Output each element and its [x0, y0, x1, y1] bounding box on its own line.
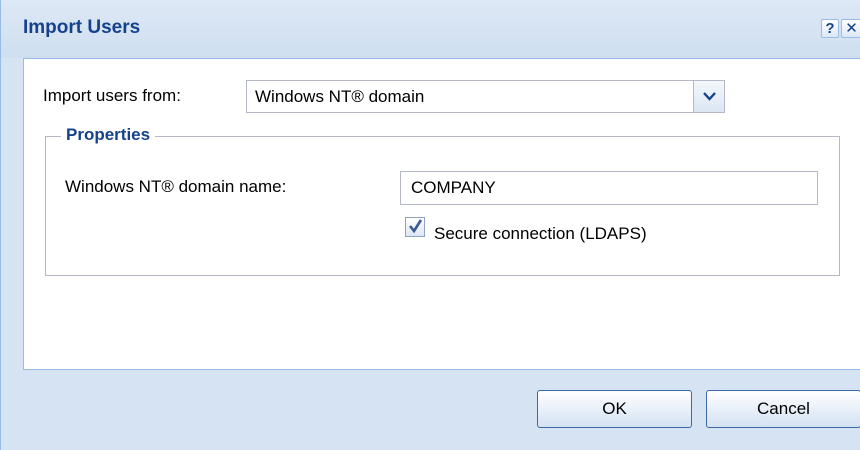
close-button[interactable]: ✕ [841, 19, 860, 38]
secure-connection-checkbox[interactable] [405, 217, 425, 237]
domain-name-input[interactable] [400, 171, 818, 205]
ok-button[interactable]: OK [537, 390, 692, 428]
import-from-select[interactable]: Windows NT® domain [246, 80, 725, 113]
help-icon: ? [825, 20, 835, 37]
dialog-title: Import Users [23, 17, 141, 38]
properties-legend: Properties [61, 125, 156, 145]
properties-fieldset: Properties Windows NT® domain name: Secu… [45, 125, 840, 276]
cancel-button[interactable]: Cancel [706, 390, 860, 428]
domain-name-label: Windows NT® domain name: [65, 177, 287, 196]
import-from-value: Windows NT® domain [255, 87, 425, 106]
help-button[interactable]: ? [821, 19, 839, 38]
chevron-down-icon [703, 92, 716, 101]
dialog-titlebar[interactable]: Import Users ? ✕ [1, 0, 860, 58]
dropdown-trigger[interactable] [693, 81, 724, 112]
import-from-label: Import users from: [43, 86, 181, 105]
checkmark-icon [408, 219, 423, 234]
secure-connection-label[interactable]: Secure connection (LDAPS) [434, 224, 647, 244]
close-icon: ✕ [845, 20, 858, 37]
dialog-body: Import users from: Windows NT® domain Pr… [23, 58, 860, 370]
import-users-dialog: Import Users ? ✕ Import users from: Wind… [0, 0, 860, 450]
